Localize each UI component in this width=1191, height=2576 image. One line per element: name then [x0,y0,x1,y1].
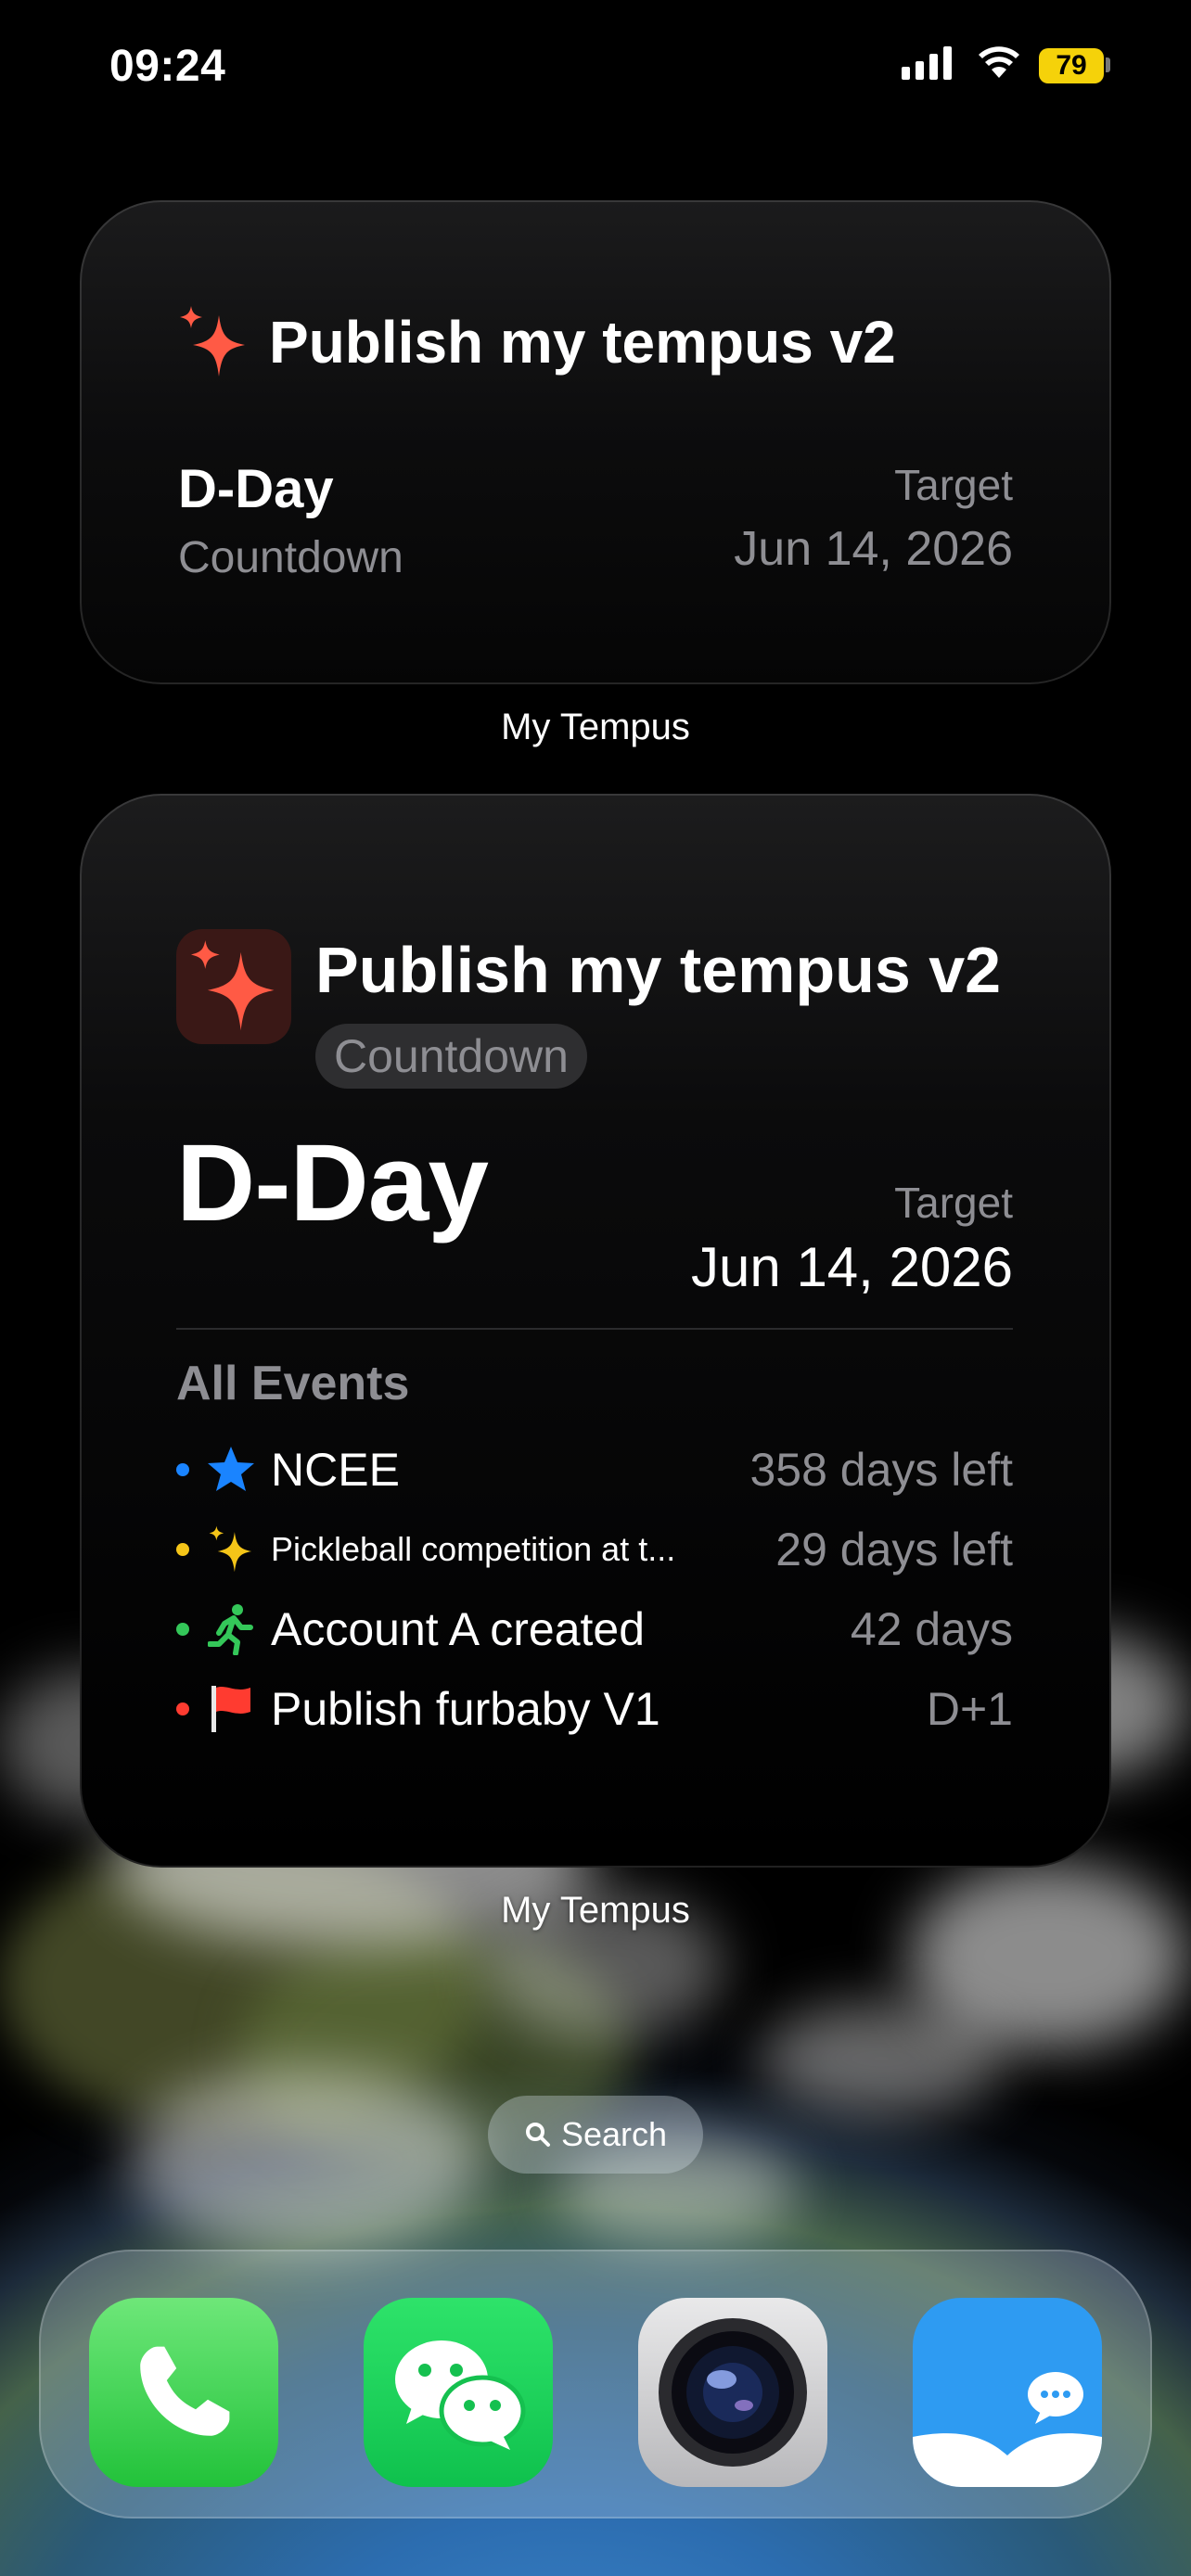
search-label: Search [560,2115,668,2153]
event-days: 358 days left [749,1444,1013,1496]
messenger-app-icon[interactable] [913,2298,1102,2487]
phone-app-icon[interactable] [89,2298,278,2487]
event-dot [176,1543,189,1556]
widget-title: Publish my tempus v2 [269,309,896,376]
widget-caption: My Tempus [501,707,690,747]
event-dot [176,1463,189,1476]
cellular-signal-icon [902,46,952,80]
camera-app-icon[interactable] [638,2298,827,2487]
status-bar: 09:24 79 [0,0,1191,139]
divider [176,1328,1013,1330]
search-icon [525,2123,550,2147]
runner-icon [204,1602,258,1656]
wifi-icon [979,46,1019,78]
sparkles-icon [180,306,245,376]
event-days: 29 days left [775,1524,1013,1575]
event-name: NCEE [271,1444,400,1496]
phone-icon [140,2346,230,2436]
event-row[interactable]: Account A created 42 days [176,1589,1013,1669]
event-name: Publish furbaby V1 [271,1683,660,1735]
target-label: Target [894,1179,1013,1227]
event-dot [176,1623,189,1636]
target-date: Jun 14, 2026 [691,1236,1013,1298]
sparkles-icon [190,940,275,1031]
event-days: D+1 [926,1683,1013,1735]
event-row[interactable]: NCEE 358 days left [176,1430,1013,1510]
dock [39,2250,1152,2519]
camera-icon [659,2318,807,2467]
widget-title-row: Publish my tempus v2 [178,302,896,382]
event-days: 42 days [850,1603,1013,1655]
countdown-badge: Countdown [315,1024,587,1089]
countdown-type: Countdown [178,533,403,582]
widget-caption: My Tempus [501,1890,690,1931]
event-row[interactable]: Pickleball competition at t... 29 days l… [176,1510,1013,1589]
tempus-widget-large[interactable]: Publish my tempus v2 Countdown D-Day Tar… [80,794,1111,1868]
red-flag-icon [204,1682,258,1736]
event-row[interactable]: Publish furbaby V1 D+1 [176,1669,1013,1749]
wechat-icon [395,2340,526,2450]
tempus-widget-medium[interactable]: Publish my tempus v2 D-Day Countdown Tar… [80,200,1111,684]
battery-indicator: 79 [1039,48,1104,83]
event-name: Account A created [271,1603,646,1655]
event-dot [176,1702,189,1715]
events-header: All Events [176,1357,410,1410]
star-icon [204,1443,258,1497]
search-button[interactable]: Search [488,2096,703,2174]
target-label: Target [894,461,1013,509]
sparkles-icon [204,1523,258,1576]
battery-level: 79 [1056,50,1087,81]
messenger-icon [913,2372,1102,2487]
wechat-app-icon[interactable] [364,2298,553,2487]
app-icon [176,929,291,1044]
event-name: Pickleball competition at t... [271,1530,676,1568]
widget-title: Publish my tempus v2 [315,934,1002,1006]
battery-tip [1106,57,1110,72]
target-date: Jun 14, 2026 [734,522,1013,576]
events-list: NCEE 358 days left Pickleball competitio… [176,1430,1013,1749]
countdown-value: D-Day [176,1122,489,1244]
status-time: 09:24 [109,42,226,91]
countdown-value: D-Day [178,459,334,519]
